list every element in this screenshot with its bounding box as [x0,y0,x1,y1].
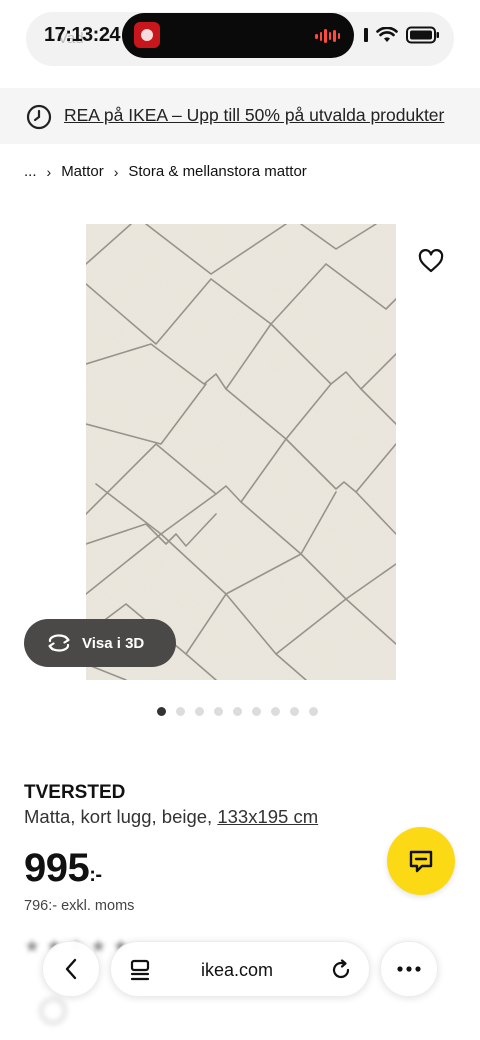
status-time: 17:13:24 [44,24,121,46]
browser-more-button[interactable] [380,941,438,997]
pagination-dot[interactable] [214,707,223,716]
dynamic-island [122,13,354,58]
clock-icon [26,104,52,130]
chevron-right-icon: › [113,163,119,180]
rotate-3d-icon [46,634,72,652]
product-image[interactable] [85,223,397,681]
pagination-dot[interactable] [271,707,280,716]
sale-banner-link[interactable]: REA på IKEA – Upp till 50% på utvalda pr… [64,105,444,126]
rug-image [85,223,397,681]
chat-icon [409,850,433,873]
pagination-dot[interactable] [157,707,166,716]
audio-wave-icon [315,28,340,44]
product-description-text: Matta, kort lugg, beige, [24,806,213,827]
browser-address-bar[interactable]: ikea.com [110,941,370,997]
pagination-dot[interactable] [309,707,318,716]
breadcrumb-item-mattor[interactable]: Mattor [61,163,104,180]
pagination-dot[interactable] [252,707,261,716]
status-bar: Vad 17:13:24 [0,0,480,70]
app-icon [134,22,160,48]
breadcrumb-ellipsis[interactable]: ... [24,163,37,180]
heart-icon[interactable] [418,249,444,273]
signal-icon [364,28,368,42]
sale-banner: REA på IKEA – Upp till 50% på utvalda pr… [0,88,480,144]
battery-icon [406,26,439,44]
pagination-dot[interactable] [233,707,242,716]
tabs-icon[interactable] [129,958,151,982]
price-excl-vat: 796:- exkl. moms [24,898,135,914]
visa-3d-label: Visa i 3D [82,634,145,652]
product-size-link[interactable]: 133x195 cm [217,806,318,827]
breadcrumb: ... › Mattor › Stora & mellanstora matto… [24,163,307,180]
product-price: 995:- [24,846,102,891]
image-pagination [157,707,318,716]
price-value: 995 [24,846,90,890]
more-dots-icon [397,966,421,972]
visa-3d-button[interactable]: Visa i 3D [24,619,176,667]
wifi-icon [376,27,398,42]
price-suffix: :- [89,864,102,886]
blurred-row [40,996,440,1026]
pagination-dot[interactable] [195,707,204,716]
pagination-dot[interactable] [176,707,185,716]
browser-back-button[interactable] [42,941,100,997]
chevron-right-icon: › [46,163,52,180]
breadcrumb-item-stora-mattor[interactable]: Stora & mellanstora mattor [128,163,306,180]
pagination-dot[interactable] [290,707,299,716]
product-name: TVERSTED [24,782,126,803]
product-description: Matta, kort lugg, beige, 133x195 cm [24,806,318,828]
chevron-left-icon [65,958,77,980]
browser-host[interactable]: ikea.com [201,960,273,981]
reload-icon[interactable] [329,958,353,982]
status-icons [364,26,440,44]
chat-button[interactable] [387,827,455,895]
